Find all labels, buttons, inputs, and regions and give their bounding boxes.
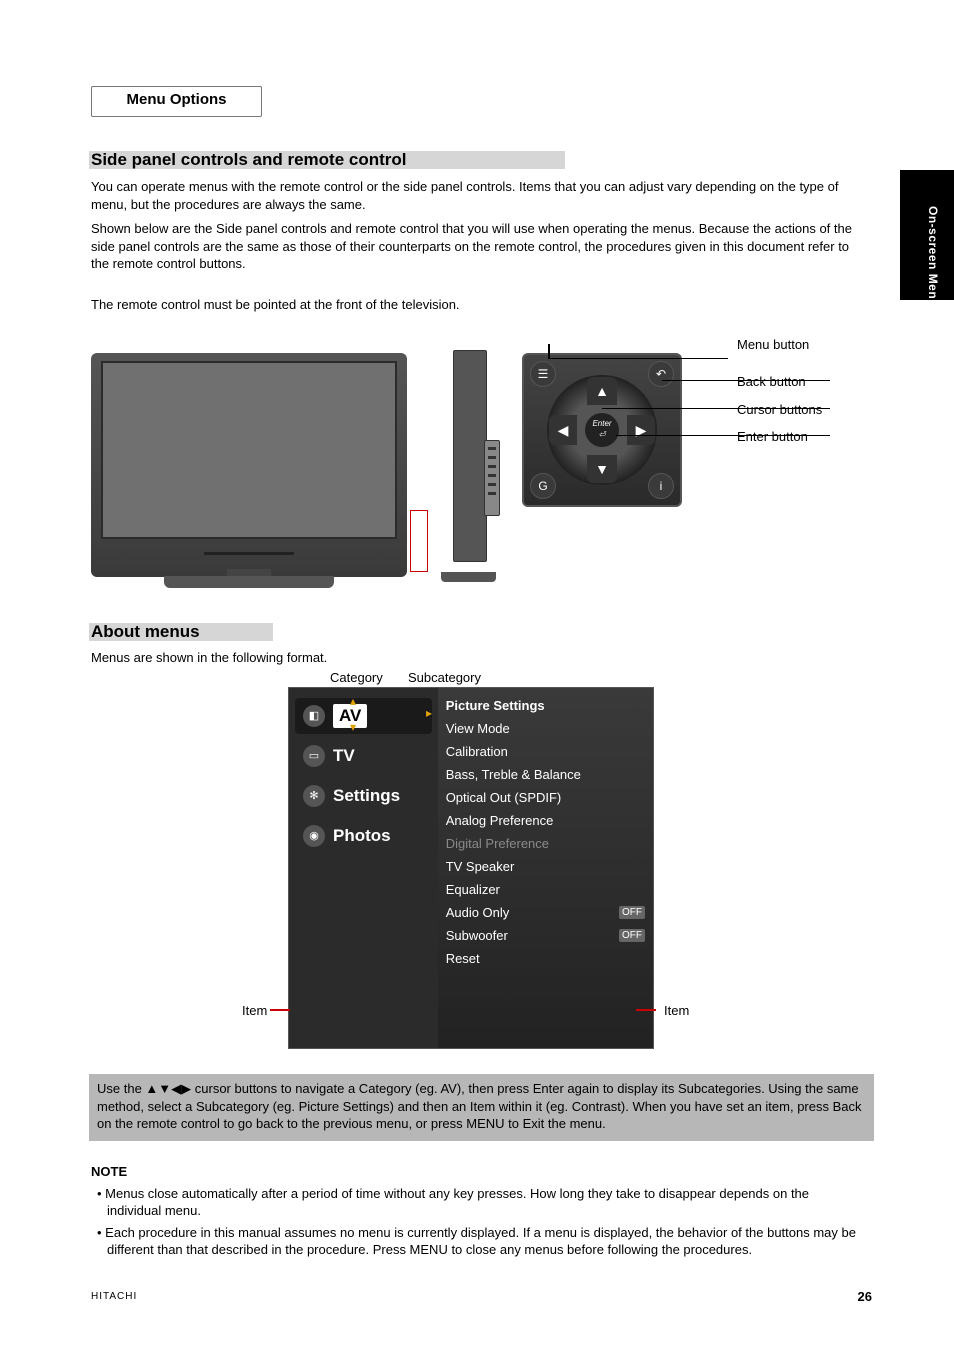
osd-item-equalizer[interactable]: Equalizer xyxy=(446,878,651,901)
brand-footer: HITACHI xyxy=(91,1290,137,1304)
intro-para-2: Shown below are the Side panel controls … xyxy=(91,220,856,273)
osd-cat-photos-label: Photos xyxy=(333,825,391,848)
enter-button-icon: Enter⏎ xyxy=(585,413,619,447)
osd-item-subwoofer[interactable]: SubwooferOFF xyxy=(446,924,651,947)
osd-item-digital-pref: Digital Preference xyxy=(446,832,651,855)
osd-label-item-right: Item xyxy=(664,1002,689,1020)
label-enter-button: Enter button xyxy=(737,428,808,446)
cursor-down-icon: ▼ xyxy=(587,455,617,483)
about-menus-intro: Menus are shown in the following format. xyxy=(91,649,856,667)
tv-front-illustration xyxy=(91,353,407,577)
osd-item-bass-treble[interactable]: Bass, Treble & Balance xyxy=(446,763,651,786)
heading-about-menus: About menus xyxy=(91,621,200,644)
osd-item-audio-only[interactable]: Audio OnlyOFF xyxy=(446,901,651,924)
osd-cat-tv[interactable]: ▭ TV xyxy=(295,738,432,774)
tv-icon: ▭ xyxy=(303,745,325,767)
note-bullet-2: • Each procedure in this manual assumes … xyxy=(91,1224,856,1259)
cursor-left-icon: ◀ xyxy=(549,415,577,445)
dpad: ▲ ▼ ◀ ▶ Enter⏎ xyxy=(547,375,657,485)
osd-item-reset[interactable]: Reset xyxy=(446,947,651,970)
tv-side-illustration xyxy=(441,350,496,582)
osd-item-calibration[interactable]: Calibration xyxy=(446,740,651,763)
label-back-button: Back button xyxy=(737,373,806,391)
osd-cat-tv-label: TV xyxy=(333,745,355,768)
osd-item-tv-speaker[interactable]: TV Speaker xyxy=(446,855,651,878)
menu-options-tab: Menu Options xyxy=(91,86,262,117)
osd-cat-settings[interactable]: ✻ Settings xyxy=(295,778,432,814)
side-panel-highlight xyxy=(410,510,428,572)
osd-menu: ◧ AV ▭ TV ✻ Settings ◉ Photos Picture Se… xyxy=(288,687,654,1049)
osd-label-category: Category xyxy=(330,669,383,687)
note-heading: NOTE xyxy=(91,1163,856,1181)
osd-label-item-left: Item xyxy=(242,1002,267,1020)
cursor-up-icon: ▲ xyxy=(587,377,617,405)
osd-item-view-mode[interactable]: View Mode xyxy=(446,717,651,740)
label-menu-button: Menu button xyxy=(737,336,809,354)
osd-cat-settings-label: Settings xyxy=(333,785,400,808)
heading-side-panel: Side panel controls and remote control xyxy=(91,149,407,172)
side-tab: On-screen Menu xyxy=(900,170,954,300)
side-tab-label: On-screen Menu xyxy=(925,206,941,260)
osd-item-optical-out[interactable]: Optical Out (SPDIF) xyxy=(446,786,651,809)
cursor-right-icon: ▶ xyxy=(627,415,655,445)
intro-para-3: The remote control must be pointed at th… xyxy=(91,296,856,314)
camera-icon: ◉ xyxy=(303,825,325,847)
osd-up-arrow-icon: ▴ xyxy=(350,693,356,709)
osd-cat-av[interactable]: ◧ AV xyxy=(295,698,432,734)
osd-category-column: ◧ AV ▭ TV ✻ Settings ◉ Photos xyxy=(289,688,438,1048)
note-bullet-1: • Menus close automatically after a peri… xyxy=(91,1185,856,1220)
remote-illustration: ☰ ↶ G i ▲ ▼ ◀ ▶ Enter⏎ xyxy=(522,353,682,507)
gear-icon: ✻ xyxy=(303,785,325,807)
osd-item-column: Picture Settings View Mode Calibration B… xyxy=(438,688,653,1048)
osd-right-arrow-icon: ▸ xyxy=(426,705,432,721)
osd-cat-photos[interactable]: ◉ Photos xyxy=(295,818,432,854)
osd-down-arrow-icon: ▾ xyxy=(350,719,356,735)
osd-item-analog-pref[interactable]: Analog Preference xyxy=(446,809,651,832)
label-cursor-buttons: Cursor buttons xyxy=(737,401,822,419)
navigation-instructions: Use the ▲▼◀▶ cursor buttons to navigate … xyxy=(89,1074,874,1141)
intro-para-1: You can operate menus with the remote co… xyxy=(91,178,856,213)
osd-label-subcategory: Subcategory xyxy=(408,669,481,687)
note-section: NOTE • Menus close automatically after a… xyxy=(91,1163,856,1259)
av-icon: ◧ xyxy=(303,705,325,727)
page-number: 26 xyxy=(858,1288,872,1306)
osd-sub-header[interactable]: Picture Settings xyxy=(446,694,651,717)
